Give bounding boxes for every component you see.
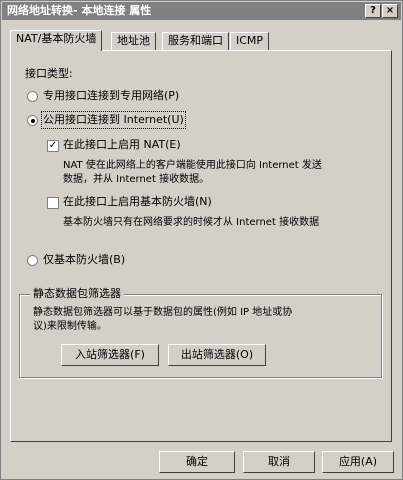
public-interface-label[interactable]: 公用接口连接到 Internet(U) xyxy=(41,111,186,129)
tab-nat-firewall[interactable]: NAT/基本防火墙 xyxy=(10,30,103,51)
private-interface-label[interactable]: 专用接口连接到专用网络(P) xyxy=(43,89,179,103)
nat-description-line1: NAT 使在此网络上的客户端能使用此接口向 Internet 发送 xyxy=(63,160,322,171)
help-button[interactable]: ? xyxy=(365,4,381,18)
firewall-enable-label[interactable]: 在此接口上启用基本防火墙(N) xyxy=(63,195,212,209)
title-bar[interactable]: 网络地址转换- 本地连接 属性 ? × xyxy=(2,2,401,20)
tab-address-pool[interactable]: 地址池 xyxy=(111,32,156,50)
outbound-filters-button[interactable]: 出站筛选器(O) xyxy=(168,344,266,366)
dialog-window: 网络地址转换- 本地连接 属性 ? × NAT/基本防火墙 地址池 服务和端口 … xyxy=(0,0,403,480)
tab-services-ports[interactable]: 服务和端口 xyxy=(162,32,229,50)
nat-enable-label[interactable]: 在此接口上启用 NAT(E) xyxy=(63,138,181,152)
cancel-button[interactable]: 取消 xyxy=(243,451,315,473)
firewall-description: 基本防火墙只有在网络要求的时候才从 Internet 接收数据 xyxy=(63,217,320,228)
nat-description-line2: 数据，并从 Internet 接收数据。 xyxy=(63,174,210,185)
public-interface-radio[interactable] xyxy=(27,115,38,126)
window-title: 网络地址转换- 本地连接 属性 xyxy=(7,4,152,17)
basic-firewall-only-label[interactable]: 仅基本防火墙(B) xyxy=(43,253,125,267)
private-interface-radio[interactable] xyxy=(27,91,38,102)
tab-panel xyxy=(10,50,392,442)
interface-type-label: 接口类型: xyxy=(25,67,73,80)
tab-icmp[interactable]: ICMP xyxy=(230,32,270,50)
firewall-enable-checkbox[interactable] xyxy=(47,197,59,209)
static-filters-title: 静态数据包筛选器 xyxy=(30,287,124,301)
filters-description-line1: 静态数据包筛选器可以基于数据包的属性(例如 IP 地址或协 xyxy=(33,307,293,318)
tab-strip: NAT/基本防火墙 地址池 服务和端口 ICMP xyxy=(10,30,390,51)
ok-button[interactable]: 确定 xyxy=(159,451,235,473)
apply-button[interactable]: 应用(A) xyxy=(322,451,394,473)
filters-description-line2: 议)来限制传输。 xyxy=(33,321,107,332)
close-button[interactable]: × xyxy=(382,4,398,18)
basic-firewall-only-radio[interactable] xyxy=(27,255,38,266)
nat-enable-checkbox[interactable]: ✓ xyxy=(47,140,59,152)
inbound-filters-button[interactable]: 入站筛选器(F) xyxy=(61,344,159,366)
